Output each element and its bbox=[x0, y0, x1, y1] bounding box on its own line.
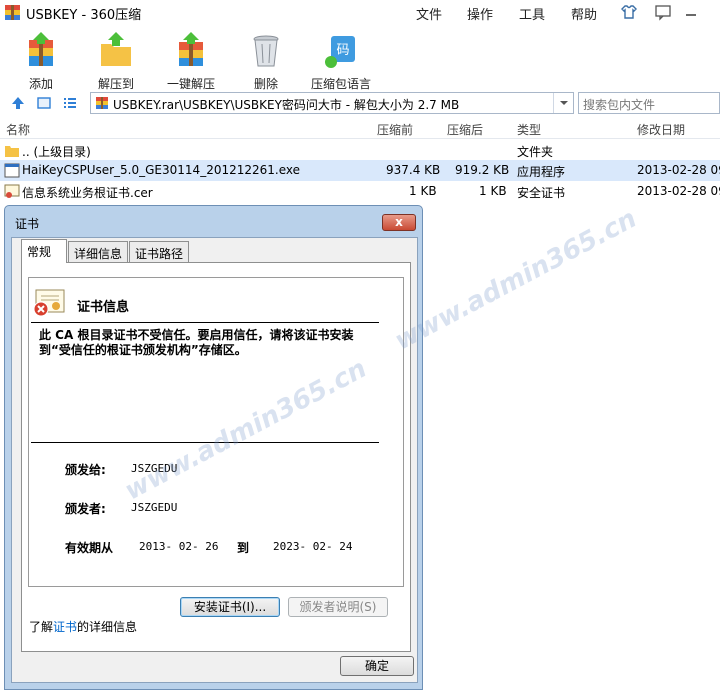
menu-help[interactable]: 帮助 bbox=[571, 4, 597, 23]
search-input[interactable]: 搜索包内文件 bbox=[578, 92, 720, 114]
chevron-down-icon bbox=[560, 101, 568, 105]
extract-to-button[interactable]: 解压到 bbox=[93, 26, 139, 91]
encoding-icon: 码 bbox=[325, 36, 355, 68]
file-row-cer[interactable]: 信息系统业务根证书.cer 1 KB 1 KB 安全证书 2013-02-28 … bbox=[0, 181, 720, 202]
address-path: USBKEY.rar\USBKEY\USBKEY密码问大市 - 解包大小为 2.… bbox=[113, 98, 460, 112]
watermark-text: www.admin365.cn bbox=[390, 203, 642, 357]
skin-shirt-icon[interactable] bbox=[620, 3, 638, 21]
add-button[interactable]: 添加 bbox=[18, 26, 64, 91]
install-certificate-button[interactable]: 安装证书(I)... bbox=[180, 597, 280, 617]
certificate-dialog: 证书 x 常规 详细信息 证书路径 证书信息 此 CA 根目录证书不受信任。要启… bbox=[4, 205, 423, 690]
col-date[interactable]: 修改日期 bbox=[637, 121, 685, 138]
general-tab-panel: 证书信息 此 CA 根目录证书不受信任。要启用信任，请将该证书安装到“受信任的根… bbox=[21, 262, 411, 652]
file-row-parent[interactable]: .. (上级目录) 文件夹 bbox=[0, 140, 720, 161]
file-row-exe[interactable]: HaiKeyCSPUser_5.0_GE30114_201212261.exe … bbox=[0, 160, 720, 181]
folder-icon bbox=[5, 146, 19, 157]
svg-text:码: 码 bbox=[336, 43, 349, 58]
title-bar: USBKEY - 360压缩 文件 操作 工具 帮助 bbox=[0, 0, 720, 26]
menu-file[interactable]: 文件 bbox=[416, 4, 442, 23]
one-click-extract-button[interactable]: 一键解压 bbox=[163, 26, 219, 91]
valid-from-value: 2013- 02- 26 bbox=[139, 540, 219, 553]
list-view-icon[interactable] bbox=[62, 95, 78, 111]
col-name[interactable]: 名称 bbox=[6, 121, 30, 138]
divider bbox=[31, 322, 379, 323]
ok-button[interactable]: 确定 bbox=[340, 656, 414, 676]
feedback-icon[interactable] bbox=[654, 3, 672, 21]
col-type[interactable]: 类型 bbox=[517, 121, 541, 138]
tab-details[interactable]: 详细信息 bbox=[68, 241, 128, 262]
issued-by-label: 颁发者: bbox=[65, 502, 106, 516]
menu-operate[interactable]: 操作 bbox=[467, 4, 493, 23]
archive-app-icon bbox=[5, 5, 20, 20]
issued-to-label: 颁发给: bbox=[65, 463, 106, 477]
dialog-body: 常规 详细信息 证书路径 证书信息 此 CA 根目录证书不受信任。要启用信任，请… bbox=[11, 237, 418, 683]
learn-more-line: 了解证书的详细信息 bbox=[29, 620, 138, 634]
minimize-icon[interactable] bbox=[682, 3, 700, 21]
certificate-link[interactable]: 证书 bbox=[53, 620, 77, 634]
toolbar: 添加 解压到 一键解压 删除 码 压缩包语言 bbox=[0, 26, 720, 91]
divider bbox=[31, 442, 379, 443]
trust-warning-text: 此 CA 根目录证书不受信任。要启用信任，请将该证书安装到“受信任的根证书颁发机… bbox=[39, 328, 354, 357]
col-packed[interactable]: 压缩后 bbox=[447, 121, 483, 138]
issuer-statement-button: 颁发者说明(S) bbox=[288, 597, 388, 617]
address-dropdown[interactable] bbox=[553, 93, 573, 113]
thumbnail-view-icon[interactable] bbox=[36, 95, 52, 111]
valid-to-value: 2023- 02- 24 bbox=[273, 540, 353, 553]
col-size[interactable]: 压缩前 bbox=[377, 121, 413, 138]
one-click-extract-icon bbox=[179, 32, 203, 66]
archive-language-button[interactable]: 码 压缩包语言 bbox=[309, 26, 373, 91]
trash-icon bbox=[253, 35, 279, 67]
address-field[interactable]: USBKEY.rar\USBKEY\USBKEY密码问大市 - 解包大小为 2.… bbox=[90, 92, 574, 114]
valid-to-label: 到 bbox=[237, 541, 250, 555]
dialog-title: 证书 bbox=[15, 217, 40, 231]
certificate-info-box: 证书信息 此 CA 根目录证书不受信任。要启用信任，请将该证书安装到“受信任的根… bbox=[28, 277, 404, 587]
cert-info-heading: 证书信息 bbox=[77, 300, 130, 315]
extract-to-icon bbox=[101, 32, 131, 66]
add-archive-icon bbox=[29, 32, 53, 66]
certificate-file-icon bbox=[4, 184, 20, 198]
tab-general[interactable]: 常规 bbox=[21, 239, 67, 263]
tab-cert-path[interactable]: 证书路径 bbox=[129, 241, 189, 262]
exe-icon bbox=[4, 163, 20, 178]
up-arrow-icon[interactable] bbox=[10, 95, 26, 111]
address-bar-row: USBKEY.rar\USBKEY\USBKEY密码问大市 - 解包大小为 2.… bbox=[0, 91, 720, 115]
window-title: USBKEY - 360压缩 bbox=[26, 8, 142, 23]
file-list-header: 名称 压缩前 压缩后 类型 修改日期 bbox=[0, 117, 720, 139]
delete-button[interactable]: 删除 bbox=[243, 26, 289, 91]
valid-from-label: 有效期从 bbox=[65, 541, 114, 555]
issued-by-value: JSZGEDU bbox=[131, 501, 178, 514]
close-button[interactable]: x bbox=[382, 214, 416, 231]
menu-tools[interactable]: 工具 bbox=[519, 4, 545, 23]
issued-to-value: JSZGEDU bbox=[131, 462, 178, 475]
untrusted-certificate-icon bbox=[33, 289, 65, 317]
archive-small-icon bbox=[96, 97, 108, 109]
